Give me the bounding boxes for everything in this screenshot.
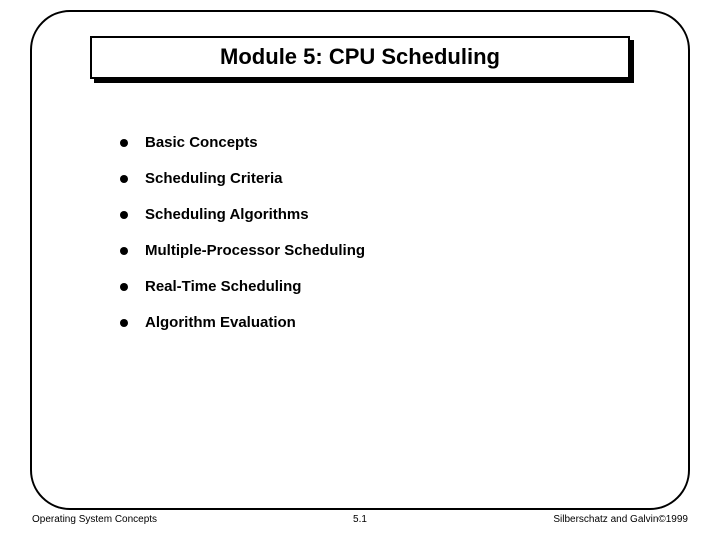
slide-title: Module 5: CPU Scheduling: [90, 36, 630, 79]
bullet-icon: [120, 319, 128, 327]
title-container: Module 5: CPU Scheduling: [90, 36, 630, 79]
list-item: Real-Time Scheduling: [120, 278, 620, 295]
footer-left: Operating System Concepts: [32, 514, 157, 525]
bullet-text: Basic Concepts: [145, 134, 258, 151]
bullet-icon: [120, 247, 128, 255]
footer-page-number: 5.1: [353, 514, 367, 525]
bullet-text: Scheduling Algorithms: [145, 206, 309, 223]
list-item: Scheduling Criteria: [120, 170, 620, 187]
slide-frame: Module 5: CPU Scheduling Basic Concepts …: [30, 10, 690, 510]
list-item: Scheduling Algorithms: [120, 206, 620, 223]
bullet-text: Real-Time Scheduling: [145, 278, 301, 295]
bullet-icon: [120, 175, 128, 183]
bullet-icon: [120, 283, 128, 291]
list-item: Basic Concepts: [120, 134, 620, 151]
list-item: Multiple-Processor Scheduling: [120, 242, 620, 259]
list-item: Algorithm Evaluation: [120, 314, 620, 331]
bullet-text: Scheduling Criteria: [145, 170, 283, 187]
bullet-icon: [120, 211, 128, 219]
bullet-list: Basic Concepts Scheduling Criteria Sched…: [120, 134, 620, 350]
bullet-text: Algorithm Evaluation: [145, 314, 296, 331]
bullet-text: Multiple-Processor Scheduling: [145, 242, 365, 259]
footer-right: Silberschatz and Galvin©1999: [553, 514, 688, 525]
bullet-icon: [120, 139, 128, 147]
